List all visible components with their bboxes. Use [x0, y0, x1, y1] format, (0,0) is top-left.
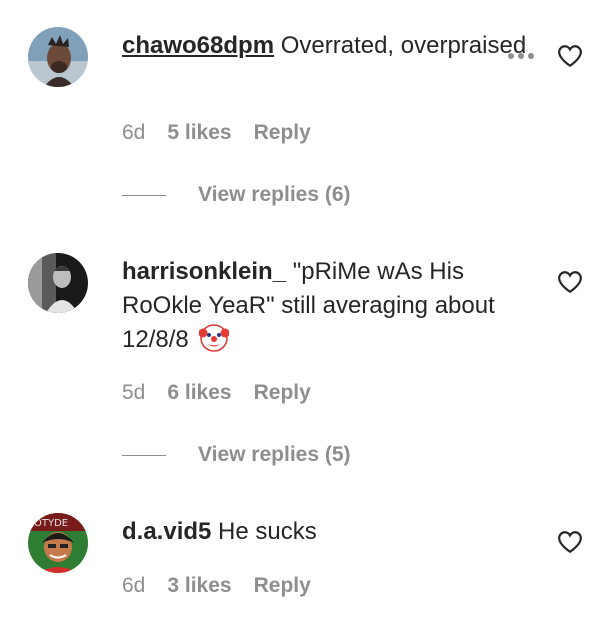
more-options-icon[interactable]: [506, 51, 536, 61]
heart-outline-icon[interactable]: [557, 44, 583, 68]
reply-button[interactable]: Reply: [254, 121, 311, 145]
comment-username[interactable]: chawo68dpm: [122, 32, 274, 59]
avatar[interactable]: [28, 253, 88, 313]
view-replies-label: View replies (5): [198, 443, 351, 466]
comment-time[interactable]: 6d: [122, 574, 145, 598]
reply-button[interactable]: Reply: [254, 381, 311, 405]
reply-button[interactable]: Reply: [254, 574, 311, 598]
avatar[interactable]: [28, 27, 88, 87]
comment-text: He sucks: [218, 518, 317, 545]
comment-likes[interactable]: 5 likes: [167, 121, 231, 145]
heart-outline-icon[interactable]: [557, 530, 583, 554]
comment-text: Overrated, overpraised: [280, 32, 527, 59]
view-replies-button[interactable]: View replies (6): [122, 183, 351, 207]
comment-likes[interactable]: 3 likes: [167, 574, 231, 598]
comment-time[interactable]: 5d: [122, 381, 145, 405]
svg-text:OTYDE: OTYDE: [34, 518, 68, 529]
comment-username[interactable]: d.a.vid5: [122, 518, 211, 545]
view-replies-button[interactable]: View replies (5): [122, 443, 351, 467]
comment-meta: 6d 5 likes Reply: [122, 121, 311, 145]
comment-likes[interactable]: 6 likes: [167, 381, 231, 405]
divider: [122, 194, 166, 196]
comment-username[interactable]: harrisonklein_: [122, 258, 286, 285]
clown-face-emoji: [199, 324, 230, 352]
heart-outline-icon[interactable]: [557, 270, 583, 294]
avatar[interactable]: OTYDE: [28, 513, 88, 573]
comment-text-block: d.a.vid5 He sucks: [122, 515, 542, 549]
divider: [122, 454, 166, 456]
comment-time[interactable]: 6d: [122, 121, 145, 145]
view-replies-label: View replies (6): [198, 183, 351, 206]
comment-meta: 5d 6 likes Reply: [122, 381, 311, 405]
comment-text-block: chawo68dpm Overrated, overpraised: [122, 29, 542, 63]
comment-text-block: harrisonklein_ "pRiMe wAs His RoOkle Yea…: [122, 255, 542, 357]
comment-meta: 6d 3 likes Reply: [122, 574, 311, 598]
